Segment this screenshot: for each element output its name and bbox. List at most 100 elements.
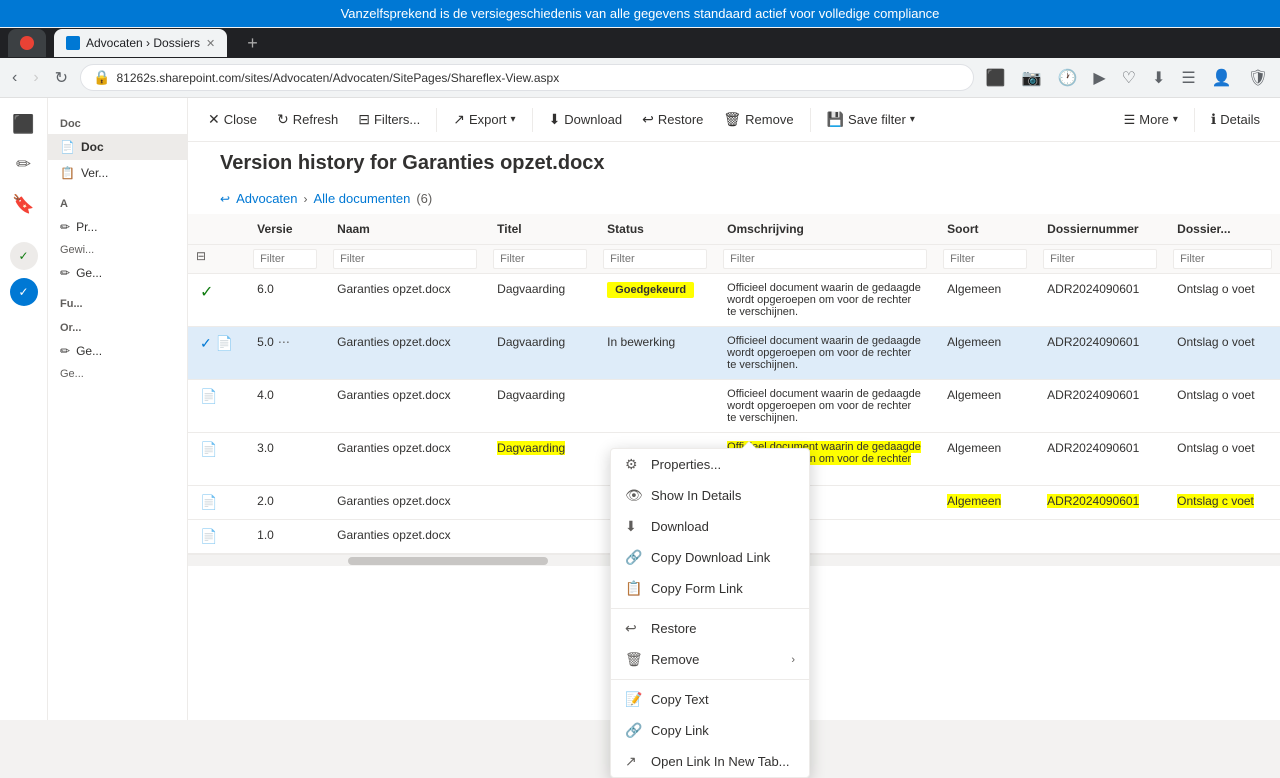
row-ellipsis-icon[interactable]: ⋯ — [278, 335, 290, 349]
table-row[interactable]: 📄 4.0 Garanties opzet.docx Dagvaarding O… — [188, 380, 1280, 433]
table-row[interactable]: ✓ 6.0 Garanties opzet.docx Dagvaarding G… — [188, 274, 1280, 327]
sidebar-item-doc[interactable]: 📄 Doc — [48, 134, 187, 160]
restore-button[interactable]: ↩ Restore — [634, 107, 711, 132]
row-check-cell: ✓ — [188, 274, 245, 327]
context-menu-item-show-details[interactable]: 👁 Show In Details — [611, 480, 809, 511]
filter-status-input[interactable] — [603, 249, 707, 269]
row-status: In bewerking — [607, 335, 675, 349]
play-icon[interactable]: ▶ — [1089, 64, 1109, 92]
row-status-cell: In bewerking — [595, 327, 715, 380]
ge2-icon: ✏ — [60, 344, 70, 358]
row-naam: Garanties opzet.docx — [337, 441, 450, 455]
filter-versie-input[interactable] — [253, 249, 317, 269]
filter-naam-input[interactable] — [333, 249, 477, 269]
menu-icon[interactable]: ☰ — [1177, 64, 1199, 92]
banner-text: Vanzelfsprekend is de versiegeschiedenis… — [341, 6, 940, 21]
sidebar-item-pr[interactable]: ✏ Pr... — [48, 214, 187, 240]
sidebar-icon-grid[interactable]: ⬛ — [6, 106, 42, 142]
breadcrumb-root[interactable]: Advocaten — [236, 191, 297, 206]
row-versie-cell: 4.0 — [245, 380, 325, 433]
back-button[interactable]: ‹ — [8, 65, 21, 91]
announcement-banner: Vanzelfsprekend is de versiegeschiedenis… — [0, 0, 1280, 27]
reload-button[interactable]: ↻ — [51, 64, 72, 92]
row-versie: 6.0 — [257, 282, 274, 296]
extensions-icon[interactable]: ⬛ — [982, 64, 1010, 92]
download-icon[interactable]: ⬇ — [1148, 64, 1169, 92]
forward-button[interactable]: › — [29, 65, 42, 91]
table-row[interactable]: ✓ 📄 5.0 ⋯ Garanties opzet.docx Dagvaardi… — [188, 327, 1280, 380]
filter-titel-input[interactable] — [493, 249, 587, 269]
col-versie[interactable]: Versie — [245, 214, 325, 245]
refresh-button[interactable]: ↻ Refresh — [269, 107, 346, 132]
tab-close-icon[interactable]: ✕ — [206, 37, 215, 50]
refresh-label: Refresh — [293, 112, 339, 127]
clock-icon[interactable]: 🕐 — [1053, 64, 1081, 92]
sidebar-item-ge2[interactable]: ✏ Ge... — [48, 338, 187, 364]
more-button[interactable]: ☰ More ▾ — [1116, 108, 1186, 132]
close-button[interactable]: ✕ Close — [200, 107, 265, 132]
row-dossiernummer-cell: ADR2024090601 — [1035, 327, 1165, 380]
col-omschrijving[interactable]: Omschrijving — [715, 214, 935, 245]
browser-tab-active[interactable]: Advocaten › Dossiers ✕ — [54, 29, 227, 57]
ge3-label: Ge... — [48, 364, 187, 384]
col-naam[interactable]: Naam — [325, 214, 485, 245]
row-titel-cell: Dagvaarding — [485, 274, 595, 327]
col-status[interactable]: Status — [595, 214, 715, 245]
copy-download-link-icon: 🔗 — [625, 549, 641, 566]
save-filter-label: Save filter — [848, 112, 906, 127]
profile-icon[interactable]: 👤 — [1208, 64, 1236, 92]
check-badge-2[interactable]: ✓ — [10, 278, 38, 306]
breadcrumb-nav[interactable]: Alle documenten — [314, 191, 411, 206]
filter-versie-cell — [245, 245, 325, 274]
download-button[interactable]: ⬇ Download — [541, 107, 631, 132]
check-badge-1[interactable]: ✓ — [10, 242, 38, 270]
url-bar[interactable]: 🔒 81262s.sharepoint.com/sites/Advocaten/… — [80, 64, 974, 91]
row-soort-cell: Algemeen — [935, 327, 1035, 380]
camera-icon[interactable]: 📷 — [1018, 64, 1046, 92]
pencil-icon: ✏ — [60, 220, 70, 234]
sidebar-item-versie[interactable]: 📋 Ver... — [48, 160, 187, 186]
context-menu-item-open-new-tab[interactable]: ↗ Open Link In New Tab... — [611, 746, 809, 777]
context-menu-item-download[interactable]: ⬇ Download — [611, 511, 809, 542]
row-soort-cell — [935, 520, 1035, 554]
sidebar-doc-label: Doc — [81, 140, 104, 154]
heart-icon[interactable]: ♡ — [1118, 64, 1140, 92]
context-menu-item-properties[interactable]: ⚙ Properties... — [611, 449, 809, 480]
row-dossier-cell: Ontslag o voet — [1165, 433, 1280, 486]
sidebar-ge-label: Ge... — [76, 266, 102, 280]
context-menu-item-remove[interactable]: 🗑 Remove › — [611, 644, 809, 675]
filter-soort-input[interactable] — [943, 249, 1027, 269]
context-menu-item-copy-form-link[interactable]: 📋 Copy Form Link — [611, 573, 809, 604]
row-soort-cell: Algemeen — [935, 274, 1035, 327]
row-dossier-highlight: Ontslag c voet — [1177, 494, 1254, 508]
filter-dossier-input[interactable] — [1173, 249, 1272, 269]
sidebar-icon-bookmark[interactable]: 🔖 — [6, 186, 42, 222]
header-row: Versie Naam Titel Status Omschrijving So… — [188, 214, 1280, 245]
details-button[interactable]: ℹ Details — [1203, 107, 1268, 132]
col-titel[interactable]: Titel — [485, 214, 595, 245]
row-doc-icon: 📄 — [216, 335, 233, 352]
scrollbar-thumb[interactable] — [348, 557, 548, 565]
shield-icon[interactable]: 🛡 — [1244, 64, 1272, 92]
filter-omschrijving-input[interactable] — [723, 249, 927, 269]
row-versie: 3.0 — [257, 441, 274, 455]
col-dossiernummer[interactable]: Dossiernummer — [1035, 214, 1165, 245]
show-details-label: Show In Details — [651, 488, 741, 503]
context-menu-item-restore[interactable]: ↩ Restore — [611, 613, 809, 644]
context-menu-arrow-inner — [742, 442, 756, 449]
row-naam-cell: Garanties opzet.docx — [325, 327, 485, 380]
cm-download-label: Download — [651, 519, 709, 534]
sidebar-icon-edit[interactable]: ✏ — [6, 146, 42, 182]
filter-dossiernummer-input[interactable] — [1043, 249, 1157, 269]
col-soort[interactable]: Soort — [935, 214, 1035, 245]
new-tab-button[interactable]: + — [235, 29, 270, 57]
filters-button[interactable]: ⊟ Filters... — [350, 107, 428, 132]
context-menu-item-copy-download-link[interactable]: 🔗 Copy Download Link — [611, 542, 809, 573]
save-filter-button[interactable]: 💾 Save filter ▾ — [819, 107, 923, 132]
sidebar-item-ge[interactable]: ✏ Ge... — [48, 260, 187, 286]
toolbar-divider-2 — [532, 108, 533, 132]
export-button[interactable]: ↗ Export ▾ — [445, 107, 523, 132]
context-menu-item-copy-text[interactable]: 📝 Copy Text — [611, 684, 809, 715]
col-dossier[interactable]: Dossier... — [1165, 214, 1280, 245]
remove-button[interactable]: 🗑 Remove — [715, 107, 801, 132]
